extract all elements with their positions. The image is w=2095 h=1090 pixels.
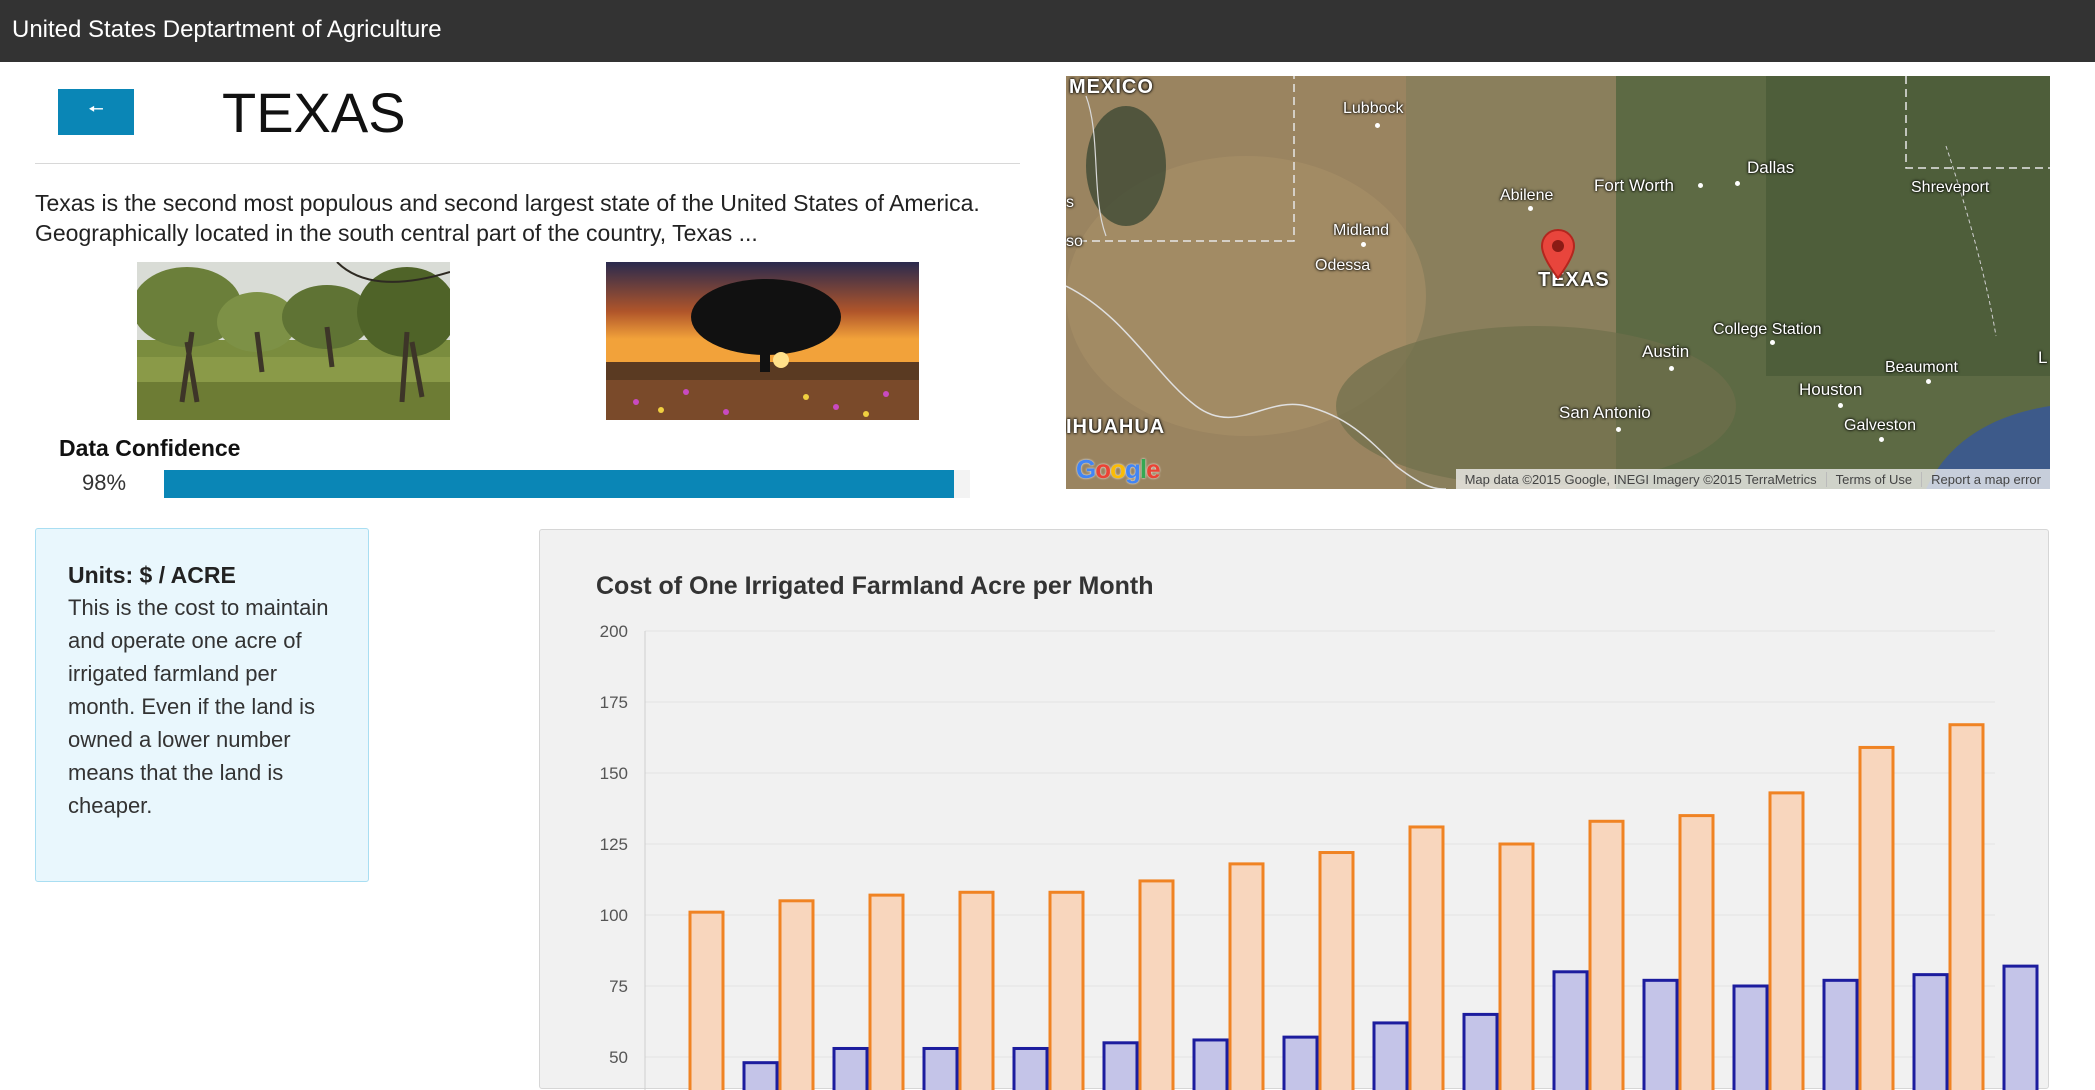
map-dot-lubbock — [1375, 123, 1380, 128]
bar-series-1[interactable] — [1768, 791, 1805, 1090]
bar-series-2[interactable] — [832, 1046, 869, 1090]
map-label-beaumont: Beaumont — [1885, 359, 1958, 376]
sunset-tree-photo — [606, 262, 919, 420]
bar-series-1[interactable] — [1318, 851, 1355, 1090]
bar-series-1[interactable] — [778, 899, 815, 1090]
bar-series-1[interactable] — [1588, 819, 1625, 1090]
map-label-shreveport: Shreveport — [1911, 179, 1990, 196]
bar-series-2[interactable] — [1912, 973, 1949, 1090]
y-tick-label: 200 — [600, 622, 628, 641]
y-tick-label: 175 — [600, 693, 628, 712]
map-label-houston: Houston — [1799, 380, 1863, 399]
bar-series-2[interactable] — [742, 1061, 779, 1090]
map-label-edge-s: s — [1066, 194, 1074, 211]
state-map[interactable]: MEXICO Lubbock Abilene Fort Worth Dallas… — [1066, 76, 2050, 489]
map-dot-abilene — [1528, 206, 1533, 211]
bar-series-2[interactable] — [1822, 978, 1859, 1090]
data-confidence-percent: 98% — [82, 470, 127, 495]
map-label-mexico: MEXICO — [1069, 76, 1154, 98]
bar-series-1[interactable] — [1138, 879, 1175, 1090]
map-dot-dallas — [1735, 181, 1740, 186]
divider — [35, 163, 1020, 164]
units-title: Units: $ / ACRE — [68, 562, 236, 588]
chart-panel: Cost of One Irrigated Farmland Acre per … — [539, 529, 2049, 1090]
map-data-credit: Map data ©2015 Google, INEGI Imagery ©20… — [1464, 471, 1817, 487]
map-label-austin: Austin — [1642, 342, 1690, 361]
arrow-left-icon: 🠔 — [88, 99, 104, 119]
map-label-fort-worth: Fort Worth — [1594, 176, 1674, 195]
bar-series-1[interactable] — [1948, 723, 1985, 1090]
map-dot-midland — [1361, 242, 1366, 247]
map-dot-fort-worth — [1698, 183, 1703, 188]
top-navbar: United States Deptartment of Agriculture — [0, 0, 2095, 62]
map-label-galveston: Galveston — [1844, 417, 1917, 434]
map-dot-galveston — [1879, 437, 1884, 442]
bar-series-1[interactable] — [1678, 814, 1715, 1090]
map-label-chihuahua: IHUAHUA — [1066, 416, 1166, 438]
units-description: This is the cost to maintain and operate… — [68, 595, 329, 818]
units-info-box: Units: $ / ACRE This is the cost to main… — [35, 528, 369, 882]
map-label-odessa: Odessa — [1315, 257, 1371, 274]
y-tick-label: 150 — [600, 764, 628, 783]
bar-series-2[interactable] — [1642, 978, 1679, 1090]
data-confidence-fill — [164, 470, 954, 498]
brand-title[interactable]: United States Deptartment of Agriculture — [12, 16, 442, 44]
bar-series-2[interactable] — [1372, 1021, 1409, 1090]
map-label-edge-so: so — [1066, 233, 1083, 250]
bar-series-2[interactable] — [922, 1046, 959, 1090]
bar-series-2[interactable] — [1732, 984, 1769, 1090]
map-label-edge-l: L — [2038, 348, 2048, 367]
map-dot-college-station — [1770, 340, 1775, 345]
google-logo[interactable]: Google — [1076, 454, 1161, 485]
y-tick-label: 100 — [600, 906, 628, 925]
bar-series-1[interactable] — [1228, 862, 1265, 1090]
report-map-error-link[interactable]: Report a map error — [1921, 471, 2050, 487]
page-title: TEXAS — [222, 81, 406, 144]
map-label-san-antonio: San Antonio — [1559, 403, 1651, 422]
y-tick-label: 125 — [600, 835, 628, 854]
bar-series-1[interactable] — [958, 890, 995, 1090]
map-dot-austin — [1669, 366, 1674, 371]
map-label-abilene: Abilene — [1500, 187, 1554, 204]
y-tick-label: 75 — [609, 977, 628, 996]
bar-series-2[interactable] — [1282, 1035, 1319, 1090]
bar-series-2[interactable] — [1462, 1012, 1499, 1090]
bar-series-2[interactable] — [1012, 1046, 1049, 1090]
map-dot-san-antonio — [1616, 427, 1621, 432]
map-label-midland: Midland — [1333, 222, 1390, 239]
map-label-dallas: Dallas — [1747, 158, 1795, 177]
map-dot-beaumont — [1926, 379, 1931, 384]
map-attribution: Map data ©2015 Google, INEGI Imagery ©20… — [1455, 469, 2050, 489]
y-tick-label: 50 — [609, 1048, 628, 1067]
bar-series-1[interactable] — [868, 893, 905, 1090]
map-dot-houston — [1838, 403, 1843, 408]
state-description: Texas is the second most populous and se… — [35, 190, 980, 246]
bar-series-2[interactable] — [1102, 1041, 1139, 1090]
bar-series-1[interactable] — [1858, 745, 1895, 1090]
bar-series-1[interactable] — [1498, 842, 1535, 1090]
back-button[interactable]: 🠔 — [58, 89, 134, 135]
mesquite-trees-photo — [137, 262, 450, 420]
bar-series-2[interactable] — [2002, 964, 2039, 1090]
map-label-college-station: College Station — [1713, 321, 1822, 338]
data-confidence-label: Data Confidence — [59, 435, 241, 461]
bar-series-2[interactable] — [1552, 970, 1589, 1090]
bar-series-1[interactable] — [688, 910, 725, 1090]
map-label-lubbock: Lubbock — [1343, 100, 1404, 117]
bar-series-2[interactable] — [1192, 1038, 1229, 1090]
bar-chart: 200 175 150 125 100 75 50 — [600, 622, 2039, 1090]
bar-series-1[interactable] — [1408, 825, 1445, 1090]
data-confidence-bar — [164, 470, 970, 498]
bar-series-1[interactable] — [1048, 890, 1085, 1090]
terms-of-use-link[interactable]: Terms of Use — [1825, 471, 1922, 487]
